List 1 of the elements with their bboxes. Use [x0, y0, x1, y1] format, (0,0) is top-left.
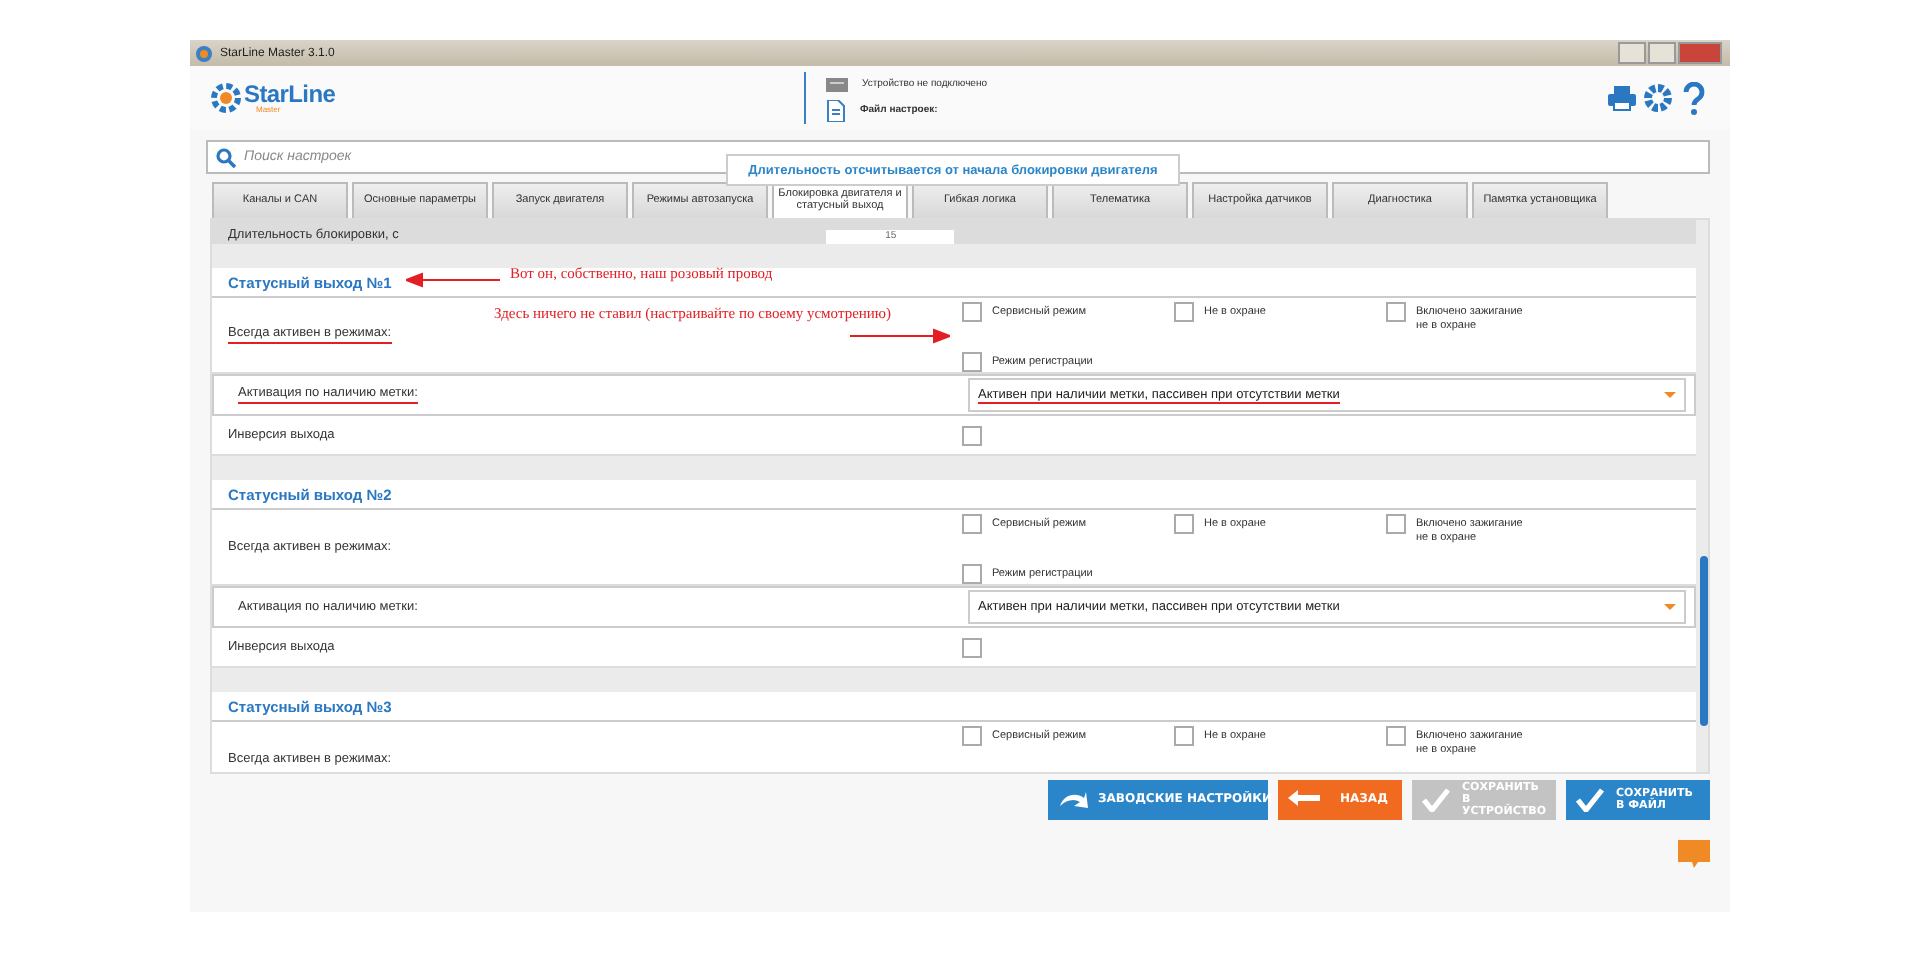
logo-text: StarLine [244, 82, 336, 106]
